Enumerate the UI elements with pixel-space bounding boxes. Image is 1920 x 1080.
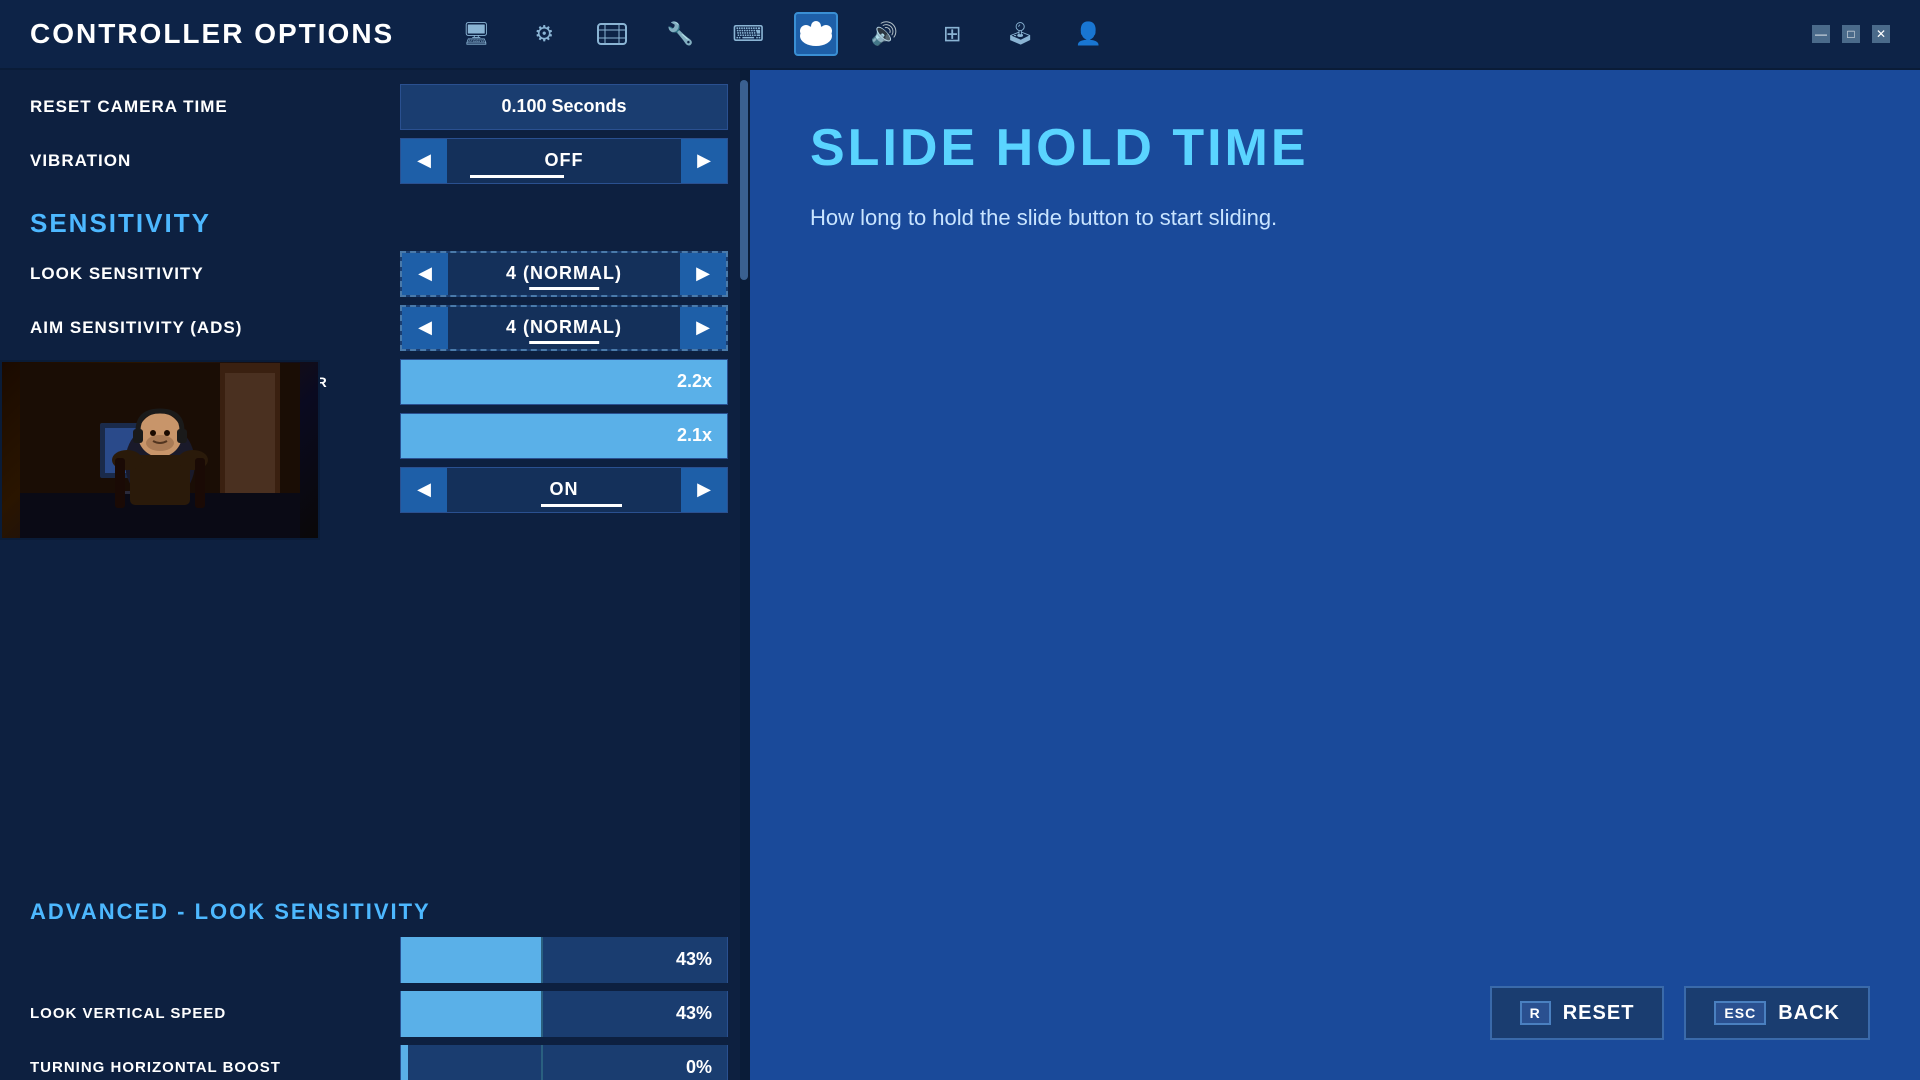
settings-list: RESET CAMERA TIME 0.100 Seconds VIBRATIO… bbox=[0, 70, 748, 1080]
edit-mode-control: ◀ ON ▶ bbox=[400, 467, 728, 513]
look-sensitivity-row: LOOK SENSITIVITY ◀ 4 (NORMAL) ▶ bbox=[0, 247, 748, 301]
grid-icon[interactable]: ⊞ bbox=[930, 12, 974, 56]
look-horizontal-fill bbox=[401, 937, 541, 983]
keyboard-icon[interactable]: ⌨ bbox=[726, 12, 770, 56]
turning-horizontal-boost-label: TURNING HORIZONTAL BOOST bbox=[30, 1059, 400, 1076]
minimize-button[interactable]: — bbox=[1812, 25, 1830, 43]
window-controls: — □ ✕ bbox=[1812, 25, 1890, 43]
build-mode-sensitivity-2-value: 2.1x bbox=[677, 425, 712, 446]
aim-sensitivity-value: 4 (NORMAL) bbox=[448, 307, 680, 349]
aim-sensitivity-slider bbox=[529, 341, 599, 344]
scroll-thumb[interactable] bbox=[740, 80, 748, 280]
aim-sensitivity-label: AIM SENSITIVITY (ADS) bbox=[30, 318, 400, 338]
edit-mode-slider bbox=[541, 504, 623, 507]
look-sensitivity-label: LOOK SENSITIVITY bbox=[30, 264, 400, 284]
top-bar: CONTROLLER OPTIONS 🖥 ⚙ 🔧 ⌨ 🔊 ⊞ 🕹 bbox=[0, 0, 1920, 70]
edit-mode-value: ON bbox=[447, 468, 681, 512]
webcam-overlay bbox=[0, 360, 320, 540]
look-sensitivity-right-arrow[interactable]: ▶ bbox=[680, 253, 726, 295]
aim-sensitivity-control: ◀ 4 (NORMAL) ▶ bbox=[400, 305, 728, 351]
profile-icon[interactable]: 👤 bbox=[1066, 12, 1110, 56]
aim-sensitivity-arrows: ◀ 4 (NORMAL) ▶ bbox=[402, 307, 726, 349]
look-sensitivity-control: ◀ 4 (NORMAL) ▶ bbox=[400, 251, 728, 297]
vibration-label: VIBRATION bbox=[30, 151, 400, 171]
turning-horizontal-slider[interactable]: 0% bbox=[401, 1045, 727, 1080]
turning-horizontal-fill bbox=[401, 1045, 408, 1080]
build-mode-sensitivity-value: 2.2x bbox=[677, 371, 712, 392]
aim-sensitivity-left-arrow[interactable]: ◀ bbox=[402, 307, 448, 349]
vibration-left-arrow[interactable]: ◀ bbox=[401, 139, 447, 183]
look-horizontal-tick bbox=[541, 937, 543, 983]
back-label: BACK bbox=[1778, 1002, 1840, 1025]
look-horizontal-slider[interactable]: 43% bbox=[401, 937, 727, 983]
back-key: Esc bbox=[1714, 1001, 1766, 1025]
page-title: CONTROLLER OPTIONS bbox=[30, 18, 394, 50]
look-vertical-fill bbox=[401, 991, 541, 1037]
reset-key: R bbox=[1520, 1001, 1551, 1025]
turning-horizontal-boost-control: 0% bbox=[400, 1045, 728, 1080]
webcam-person-svg bbox=[20, 363, 300, 538]
edit-mode-left-arrow[interactable]: ◀ bbox=[401, 468, 447, 512]
maximize-button[interactable]: □ bbox=[1842, 25, 1860, 43]
advanced-look-section: ADVANCED - LOOK SENSITIVITY bbox=[0, 887, 748, 933]
joystick-icon[interactable]: 🕹 bbox=[998, 12, 1042, 56]
aim-sensitivity-right-arrow[interactable]: ▶ bbox=[680, 307, 726, 349]
back-button[interactable]: Esc BACK bbox=[1684, 986, 1870, 1040]
turning-horizontal-tick bbox=[541, 1045, 543, 1080]
edit-mode-arrows: ◀ ON ▶ bbox=[401, 468, 727, 512]
reset-label: RESET bbox=[1563, 1002, 1635, 1025]
close-button[interactable]: ✕ bbox=[1872, 25, 1890, 43]
sensitivity-section-header: SENSITIVITY bbox=[0, 188, 748, 247]
look-vertical-slider[interactable]: 43% bbox=[401, 991, 727, 1037]
turning-horizontal-boost-row: TURNING HORIZONTAL BOOST 0% bbox=[0, 1041, 748, 1080]
look-vertical-value: 43% bbox=[676, 1003, 712, 1024]
look-horizontal-value: 43% bbox=[676, 949, 712, 970]
wrench-icon[interactable]: 🔧 bbox=[658, 12, 702, 56]
reset-camera-time-label: RESET CAMERA TIME bbox=[30, 97, 400, 117]
look-vertical-tick bbox=[541, 991, 543, 1037]
advanced-look-header: ADVANCED - LOOK SENSITIVITY bbox=[0, 887, 748, 933]
reset-button[interactable]: R RESET bbox=[1490, 986, 1665, 1040]
bottom-buttons: R RESET Esc BACK bbox=[1490, 986, 1870, 1040]
vibration-row: VIBRATION ◀ OFF ▶ bbox=[0, 134, 748, 188]
reset-camera-time-control[interactable]: 0.100 Seconds bbox=[400, 84, 728, 130]
look-sensitivity-arrows: ◀ 4 (NORMAL) ▶ bbox=[402, 253, 726, 295]
look-sensitivity-value: 4 (NORMAL) bbox=[448, 253, 680, 295]
look-horizontal-speed-control: 43% bbox=[400, 937, 728, 983]
edit-mode-right-arrow[interactable]: ▶ bbox=[681, 468, 727, 512]
scroll-indicator[interactable] bbox=[740, 70, 748, 1080]
reset-camera-time-row: RESET CAMERA TIME 0.100 Seconds bbox=[0, 80, 748, 134]
aim-sensitivity-row: AIM SENSITIVITY (ADS) ◀ 4 (NORMAL) ▶ bbox=[0, 301, 748, 355]
speaker-icon[interactable]: 🔊 bbox=[862, 12, 906, 56]
look-vertical-speed-row: LOOK VERTICAL SPEED 43% bbox=[0, 987, 748, 1041]
build-mode-sensitivity-2-control[interactable]: 2.1x bbox=[400, 413, 728, 459]
controller-layout-icon[interactable] bbox=[590, 12, 634, 56]
look-vertical-speed-label: LOOK VERTICAL SPEED bbox=[30, 1005, 400, 1022]
look-sensitivity-left-arrow[interactable]: ◀ bbox=[402, 253, 448, 295]
nav-icons: 🖥 ⚙ 🔧 ⌨ 🔊 ⊞ 🕹 👤 bbox=[454, 12, 1110, 56]
info-description: How long to hold the slide button to sta… bbox=[810, 201, 1310, 234]
turning-horizontal-value: 0% bbox=[686, 1057, 712, 1078]
vibration-slider-bar bbox=[470, 175, 564, 178]
build-mode-sensitivity-control[interactable]: 2.2x bbox=[400, 359, 728, 405]
vibration-control: ◀ OFF ▶ bbox=[400, 138, 728, 184]
right-panel: SLIDE HOLD TIME How long to hold the sli… bbox=[750, 70, 1920, 1080]
webcam-feed bbox=[2, 362, 318, 538]
look-horizontal-speed-row: 43% bbox=[0, 933, 748, 987]
reset-camera-time-value: 0.100 Seconds bbox=[501, 96, 626, 117]
main-layout: RESET CAMERA TIME 0.100 Seconds VIBRATIO… bbox=[0, 70, 1920, 1080]
settings-gear-icon[interactable]: ⚙ bbox=[522, 12, 566, 56]
look-sensitivity-slider bbox=[529, 287, 599, 290]
gamepad-active-icon[interactable] bbox=[794, 12, 838, 56]
look-vertical-speed-control: 43% bbox=[400, 991, 728, 1037]
vibration-value: OFF bbox=[447, 139, 681, 183]
vibration-arrows: ◀ OFF ▶ bbox=[401, 139, 727, 183]
monitor-icon[interactable]: 🖥 bbox=[454, 12, 498, 56]
vibration-right-arrow[interactable]: ▶ bbox=[681, 139, 727, 183]
info-title: SLIDE HOLD TIME bbox=[810, 120, 1860, 177]
left-panel: RESET CAMERA TIME 0.100 Seconds VIBRATIO… bbox=[0, 70, 750, 1080]
